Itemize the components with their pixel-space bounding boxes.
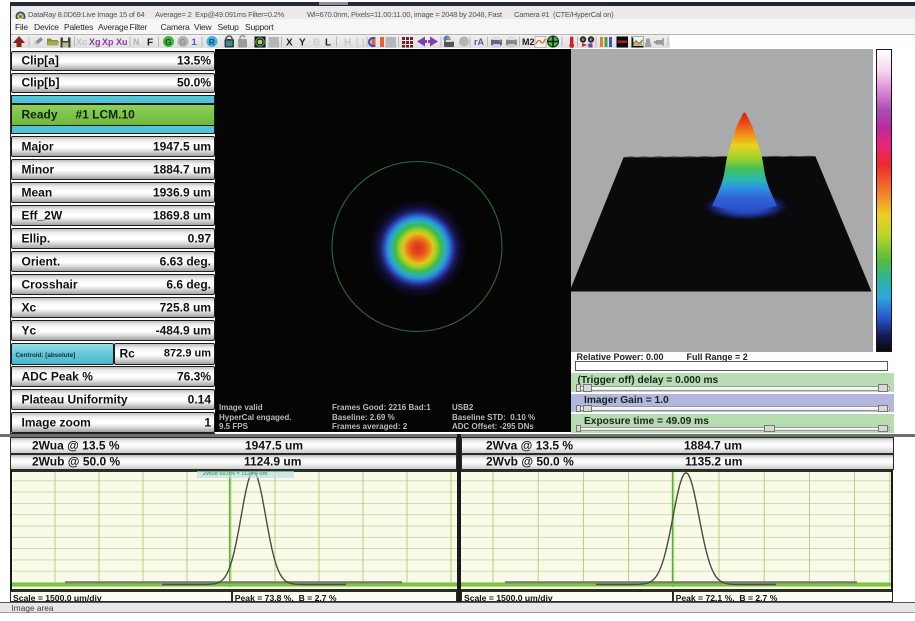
svg-text:L: L [325, 38, 331, 49]
svg-text:rA: rA [474, 37, 485, 47]
svg-text:Xu: Xu [116, 37, 128, 47]
svg-text:B: B [313, 38, 320, 49]
svg-text:Xg: Xg [89, 37, 101, 47]
svg-text:N: N [133, 37, 140, 47]
svg-text:G: G [180, 37, 187, 47]
svg-text:R: R [209, 37, 215, 47]
svg-text:Xp: Xp [102, 37, 114, 47]
svg-text:1: 1 [192, 37, 198, 48]
svg-text:H: H [344, 38, 351, 49]
svg-text:G: G [165, 37, 172, 47]
svg-text:[ ]: [ ] [356, 37, 365, 47]
svg-text:F: F [147, 38, 153, 49]
svg-text:X: X [286, 38, 293, 49]
svg-text:M2: M2 [522, 37, 535, 47]
svg-text:Xc: Xc [76, 37, 87, 47]
svg-text:Y: Y [299, 38, 306, 49]
